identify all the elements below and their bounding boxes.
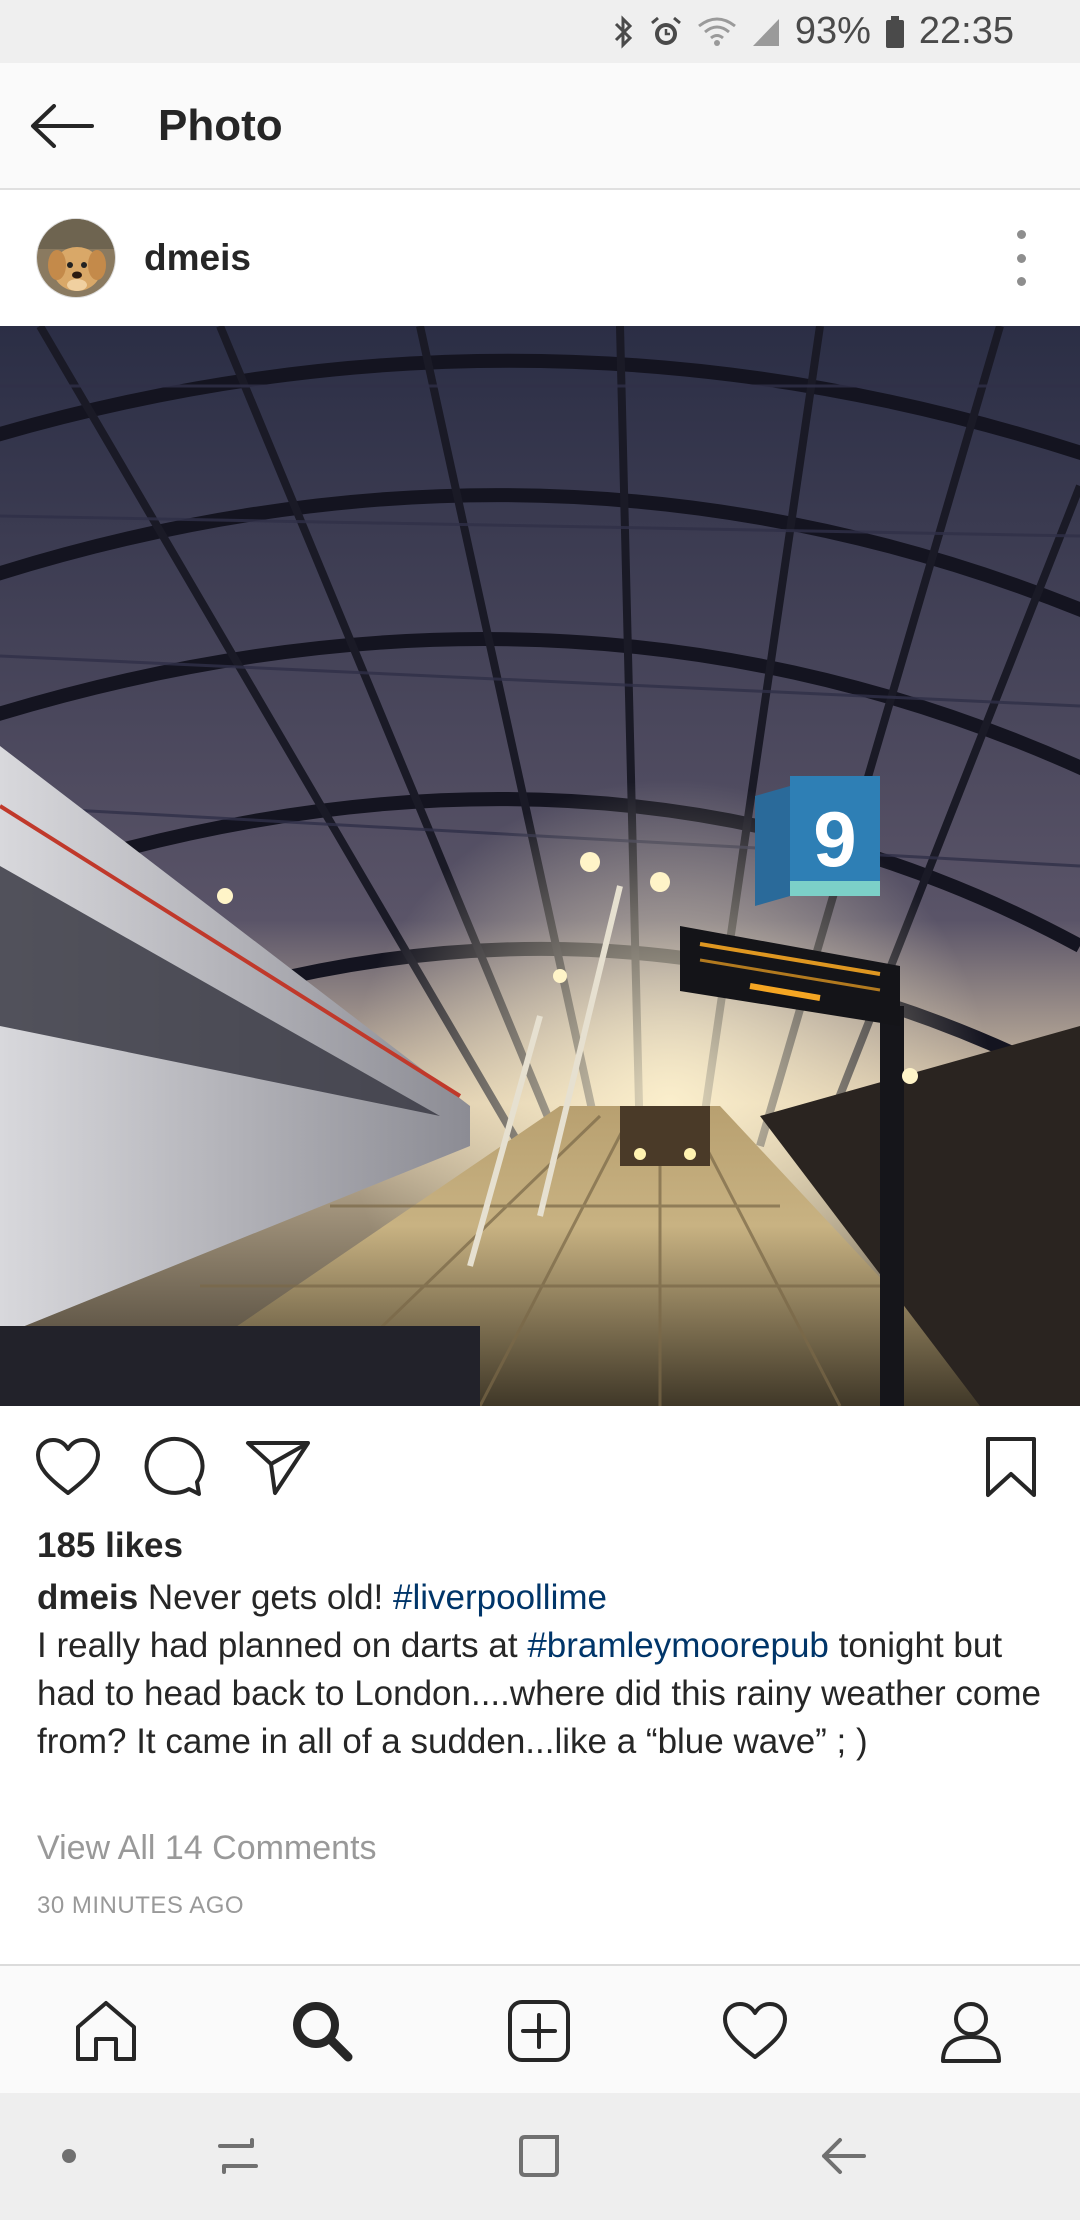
home-square-icon [519,2135,559,2177]
train-station-image: 9 [0,326,1080,1406]
activity-heart-icon [723,2002,787,2059]
dot [1016,253,1026,263]
nav-activity[interactable] [710,1986,800,2076]
clock: 22:35 [918,10,1014,52]
back-arrow-icon [822,2138,866,2174]
signal-icon [751,16,781,48]
post-username[interactable]: dmeis [144,237,251,279]
caption-username[interactable]: dmeis [37,1578,138,1617]
wifi-icon [697,16,737,48]
back-button[interactable] [0,62,124,189]
battery-icon [885,15,905,49]
hashtag-link[interactable]: #liverpoollime [393,1578,607,1617]
back-button-system[interactable] [808,2121,878,2191]
like-button[interactable] [33,1432,103,1502]
post-photo[interactable]: 9 [0,326,1080,1406]
nav-add-post[interactable] [494,1986,584,2076]
home-button[interactable] [505,2121,575,2191]
caption-text: I really had planned on darts at [37,1626,528,1665]
dot-icon [62,2149,76,2163]
arrow-left-icon [31,103,94,148]
platform-sign: 9 [755,776,880,906]
share-button[interactable] [243,1432,313,1502]
share-icon [246,1441,310,1495]
app-header: Photo [0,63,1080,190]
heart-icon [36,1438,100,1495]
dot [1016,230,1026,239]
platform-number: 9 [813,795,856,883]
bluetooth-icon [613,14,635,49]
hashtag-link[interactable]: #bramleymoorepub [527,1626,829,1665]
avatar[interactable] [36,218,116,298]
recent-apps-icon [218,2138,258,2174]
caption: dmeis Never gets old! #liverpoollime I re… [37,1574,1047,1766]
more-options-button[interactable] [1006,230,1036,286]
profile-icon [941,2002,1001,2063]
action-bar [0,1406,1080,1526]
add-post-icon [508,2000,570,2062]
likes-count[interactable]: 185 likes [37,1526,183,1566]
nav-dot-button[interactable] [34,2121,104,2191]
nav-home[interactable] [61,1986,151,2076]
alarm-icon [649,15,683,49]
page-title: Photo [158,100,283,150]
status-bar: 93% 22:35 [0,0,1080,63]
home-icon [76,2001,136,2061]
recent-apps-button[interactable] [203,2121,273,2191]
dot [1016,277,1026,286]
comment-button[interactable] [138,1432,208,1502]
system-nav-bar [0,2093,1080,2220]
view-comments-link[interactable]: View All 14 Comments [37,1829,377,1868]
nav-profile[interactable] [926,1986,1016,2076]
post-header: dmeis [0,190,1080,326]
nav-search[interactable] [277,1986,367,2076]
caption-text: Never gets old! [138,1578,393,1617]
comment-icon [144,1436,205,1496]
bottom-nav [0,1964,1080,2093]
bookmark-icon [986,1437,1036,1497]
post-timestamp: 30 MINUTES AGO [37,1892,245,1919]
save-button[interactable] [976,1432,1046,1502]
search-icon [293,2002,353,2062]
battery-percent: 93% [794,10,871,52]
